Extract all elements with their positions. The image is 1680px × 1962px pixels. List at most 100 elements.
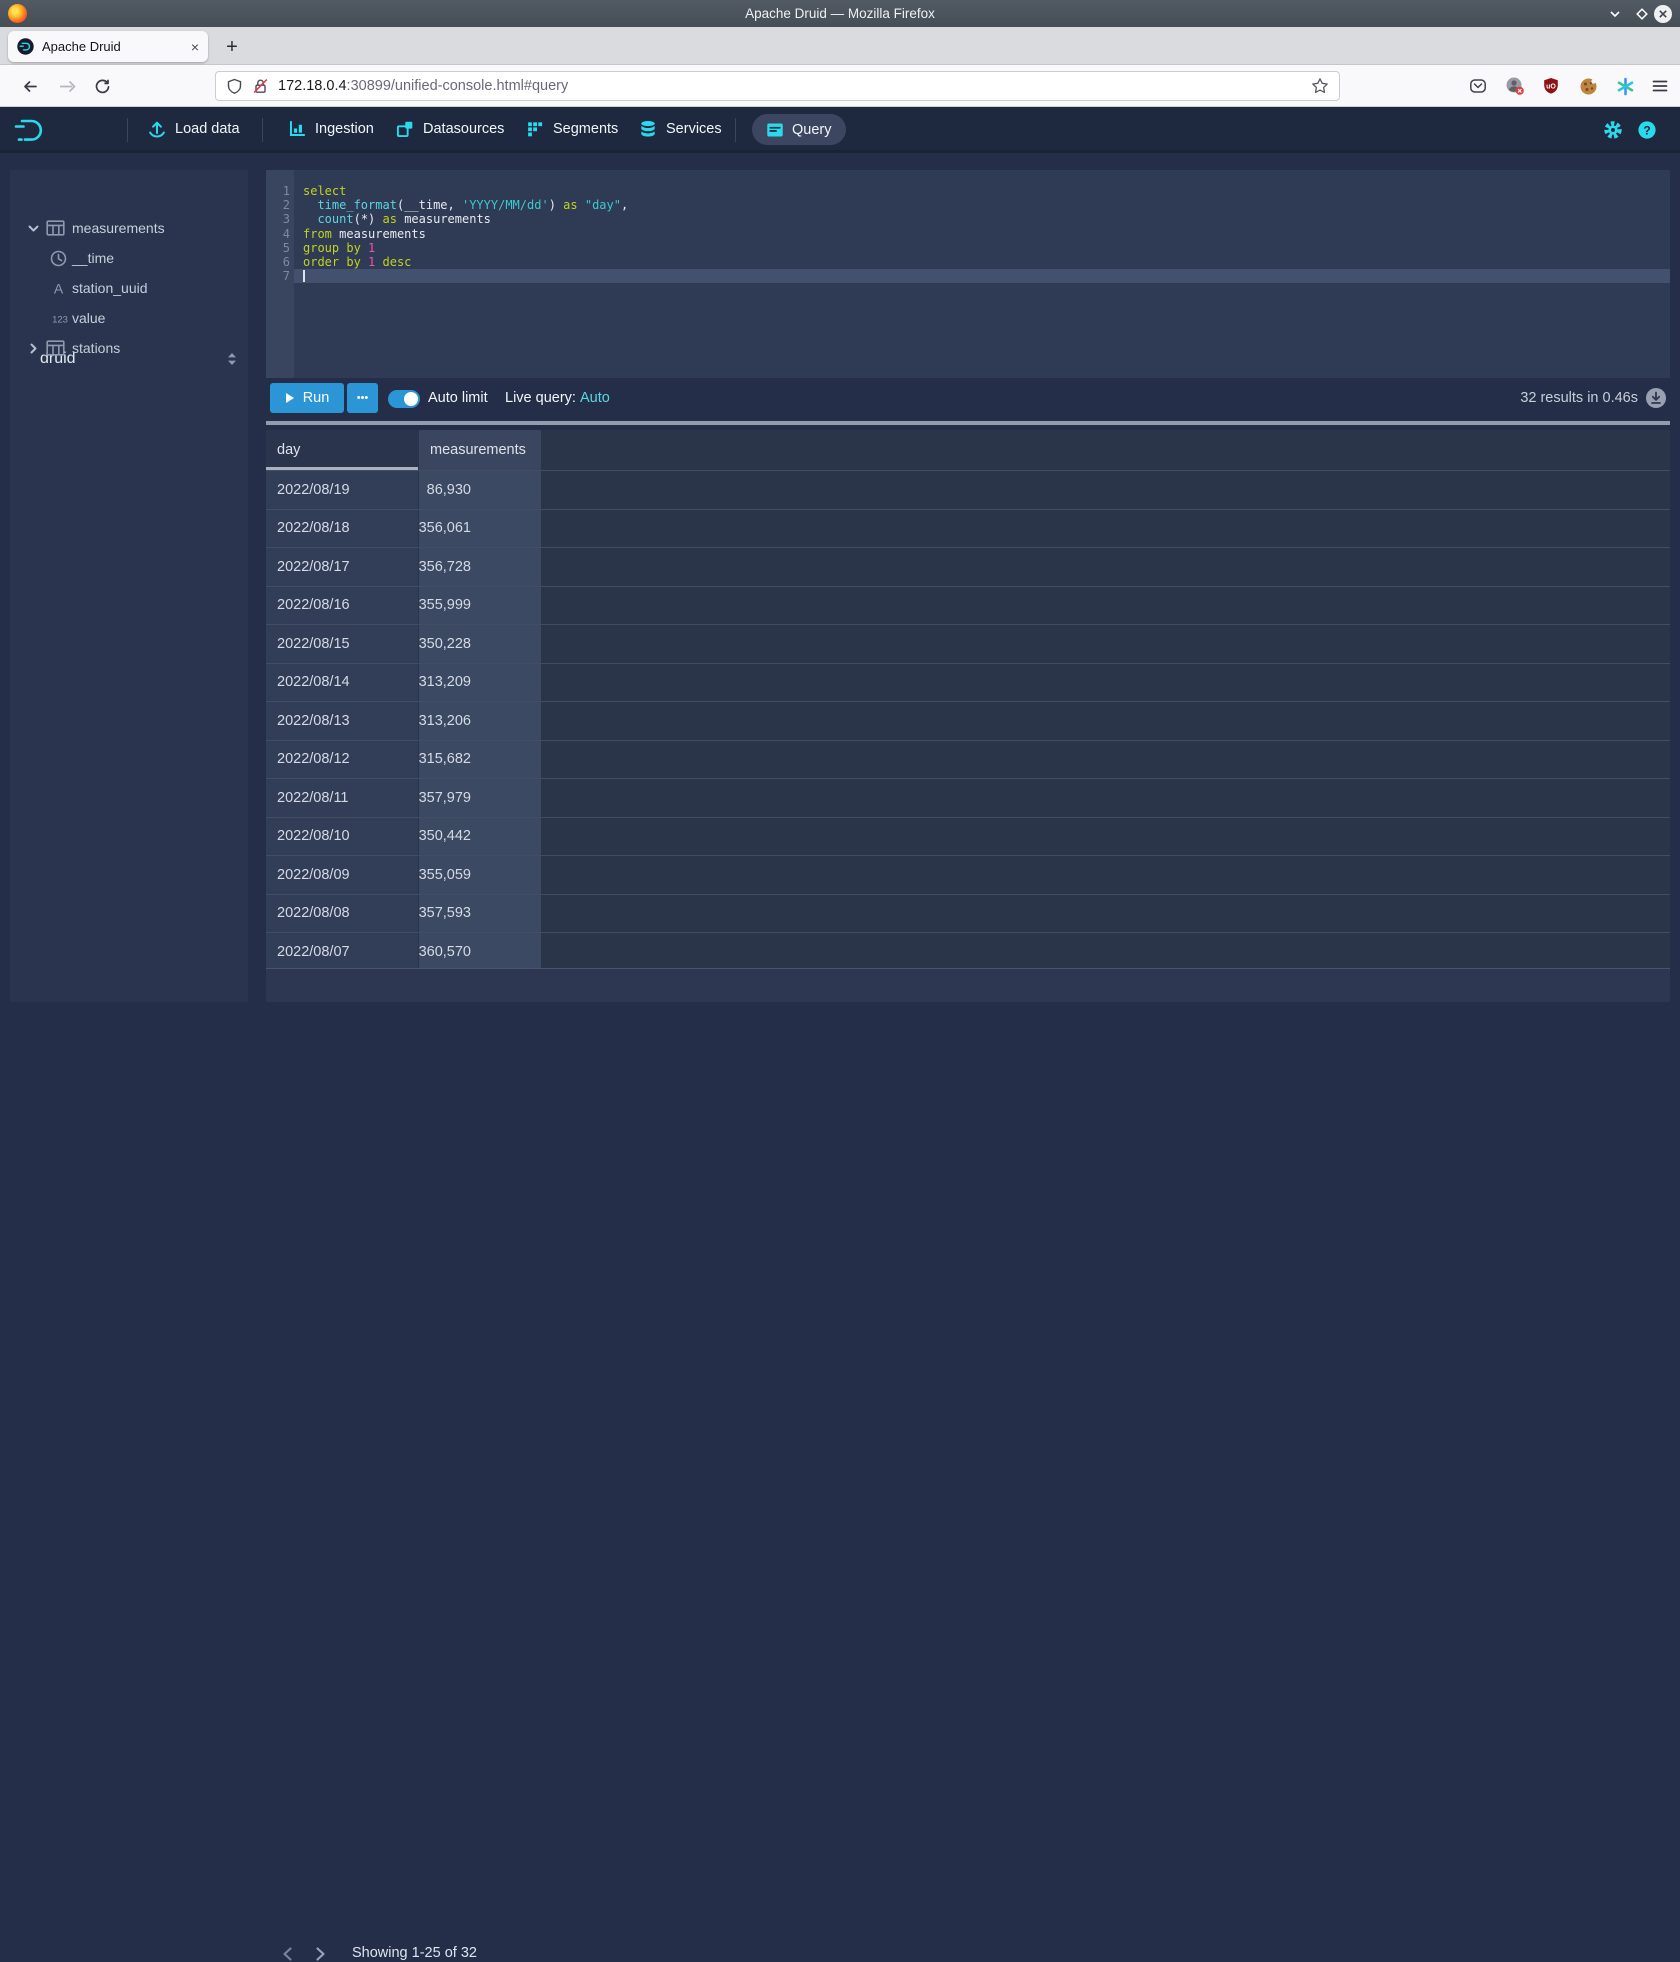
ublock-icon[interactable]: uO	[1537, 72, 1565, 100]
menu-hamburger-icon[interactable]	[1646, 72, 1674, 100]
cell-day[interactable]: 2022/08/16	[266, 587, 418, 625]
settings-gear-icon[interactable]	[1599, 116, 1627, 144]
schema-item-stations[interactable]: stations	[10, 334, 248, 364]
cell-day[interactable]: 2022/08/17	[266, 548, 418, 586]
pocket-icon[interactable]	[1464, 72, 1492, 100]
table-row[interactable]: 2022/08/13313,206	[266, 701, 1670, 740]
table-row[interactable]: 2022/08/15350,228	[266, 624, 1670, 663]
nav-item-load-data[interactable]: Load data	[148, 107, 240, 150]
sql-token: from	[303, 227, 332, 241]
sql-token	[375, 255, 382, 269]
bookmark-star-icon[interactable]	[1311, 77, 1329, 95]
nav-item-services[interactable]: Services	[639, 107, 722, 150]
table-row[interactable]: 2022/08/07360,570	[266, 932, 1670, 968]
cell-measurements[interactable]: 355,059	[419, 856, 541, 894]
sql-token	[375, 212, 382, 226]
cell-measurements[interactable]: 356,728	[419, 548, 541, 586]
nav-item-ingestion[interactable]: Ingestion	[288, 107, 374, 150]
table-row[interactable]: 2022/08/12315,682	[266, 740, 1670, 779]
prev-page-icon[interactable]	[280, 1946, 296, 1962]
cell-day[interactable]: 2022/08/10	[266, 818, 418, 856]
cell-day[interactable]: 2022/08/13	[266, 702, 418, 740]
insecure-lock-icon[interactable]	[252, 78, 269, 95]
table-row[interactable]: 2022/08/10350,442	[266, 817, 1670, 856]
cell-day[interactable]: 2022/08/14	[266, 664, 418, 702]
cell-measurements[interactable]: 355,999	[419, 587, 541, 625]
nav-item-segments[interactable]: Segments	[526, 107, 618, 150]
extension-asterisk-icon[interactable]	[1611, 72, 1639, 100]
nav-item-label: Load data	[175, 121, 240, 137]
cell-measurements[interactable]: 356,061	[419, 510, 541, 548]
forward-button[interactable]	[54, 72, 82, 100]
live-query-value[interactable]: Auto	[580, 390, 610, 406]
cookie-icon[interactable]	[1574, 72, 1602, 100]
cell-measurements[interactable]: 360,570	[419, 933, 541, 968]
cell-day[interactable]: 2022/08/09	[266, 856, 418, 894]
new-tab-button[interactable]: +	[218, 33, 246, 61]
column-header-measurements[interactable]: measurements	[419, 430, 541, 470]
table-row[interactable]: 2022/08/16355,999	[266, 586, 1670, 625]
cell-measurements[interactable]: 313,206	[419, 702, 541, 740]
tab-title: Apache Druid	[42, 39, 183, 54]
line-number: 7	[266, 269, 290, 283]
pagination-footer: Showing 1-25 of 32	[266, 968, 1670, 1002]
more-options-button[interactable]: •••	[347, 383, 378, 413]
account-error-icon[interactable]	[1501, 72, 1529, 100]
play-icon	[285, 392, 295, 404]
sql-editor[interactable]: 1234567 select time_format(__time, 'YYYY…	[266, 170, 1670, 378]
minimize-button[interactable]	[1605, 4, 1625, 24]
table-row[interactable]: 2022/08/18356,061	[266, 509, 1670, 548]
cell-measurements[interactable]: 350,228	[419, 625, 541, 663]
nav-item-datasources[interactable]: Datasources	[396, 107, 504, 150]
cell-measurements[interactable]: 86,930	[419, 471, 541, 509]
cell-day[interactable]: 2022/08/15	[266, 625, 418, 663]
close-button[interactable]	[1653, 4, 1673, 24]
browser-tab[interactable]: Apache Druid ×	[8, 31, 208, 62]
table-row[interactable]: 2022/08/11357,979	[266, 778, 1670, 817]
cell-day[interactable]: 2022/08/19	[266, 471, 418, 509]
chevron-right-icon[interactable]	[27, 342, 40, 355]
reload-button[interactable]	[88, 72, 116, 100]
maximize-button[interactable]	[1632, 4, 1652, 24]
sql-token: 1	[368, 241, 375, 255]
window-title: Apache Druid — Mozilla Firefox	[0, 0, 1680, 27]
tab-close-icon[interactable]: ×	[191, 39, 199, 55]
cell-day[interactable]: 2022/08/12	[266, 741, 418, 779]
cell-day[interactable]: 2022/08/07	[266, 933, 418, 968]
schema-item-station_uuid[interactable]: Astation_uuid	[10, 274, 248, 304]
pane-splitter[interactable]	[266, 421, 1670, 425]
shield-icon[interactable]	[226, 78, 243, 95]
back-button[interactable]	[16, 72, 44, 100]
schema-item-value[interactable]: 123value	[10, 304, 248, 334]
column-header-day[interactable]: day	[266, 430, 418, 470]
cell-day[interactable]: 2022/08/08	[266, 895, 418, 933]
chevron-down-icon[interactable]	[27, 222, 40, 235]
url-bar[interactable]: 172.18.0.4:30899/unified-console.html#qu…	[215, 71, 1340, 101]
schema-item-measurements[interactable]: measurements	[10, 214, 248, 244]
live-query-label[interactable]: Live query:	[505, 390, 576, 406]
table-row[interactable]: 2022/08/1986,930	[266, 470, 1670, 509]
auto-limit-toggle[interactable]	[388, 390, 420, 408]
table-row[interactable]: 2022/08/14313,209	[266, 663, 1670, 702]
line-numbers: 1234567	[266, 184, 290, 283]
run-button[interactable]: Run	[270, 383, 344, 413]
line-number: 2	[266, 198, 290, 212]
nav-item-query[interactable]: Query	[752, 114, 846, 145]
schema-item-__time[interactable]: __time	[10, 244, 248, 274]
help-icon[interactable]: ?	[1633, 116, 1661, 144]
window-titlebar[interactable]: Apache Druid — Mozilla Firefox	[0, 0, 1680, 27]
cell-measurements[interactable]: 315,682	[419, 741, 541, 779]
cell-day[interactable]: 2022/08/11	[266, 779, 418, 817]
cell-measurements[interactable]: 350,442	[419, 818, 541, 856]
editor-code[interactable]: select time_format(__time, 'YYYY/MM/dd')…	[303, 184, 628, 283]
table-row[interactable]: 2022/08/08357,593	[266, 894, 1670, 933]
cell-measurements[interactable]: 313,209	[419, 664, 541, 702]
string-icon: A	[50, 280, 67, 297]
table-row[interactable]: 2022/08/09355,059	[266, 855, 1670, 894]
cell-measurements[interactable]: 357,979	[419, 779, 541, 817]
table-row[interactable]: 2022/08/17356,728	[266, 547, 1670, 586]
cell-measurements[interactable]: 357,593	[419, 895, 541, 933]
next-page-icon[interactable]	[312, 1946, 328, 1962]
download-icon[interactable]	[1645, 387, 1667, 409]
cell-day[interactable]: 2022/08/18	[266, 510, 418, 548]
